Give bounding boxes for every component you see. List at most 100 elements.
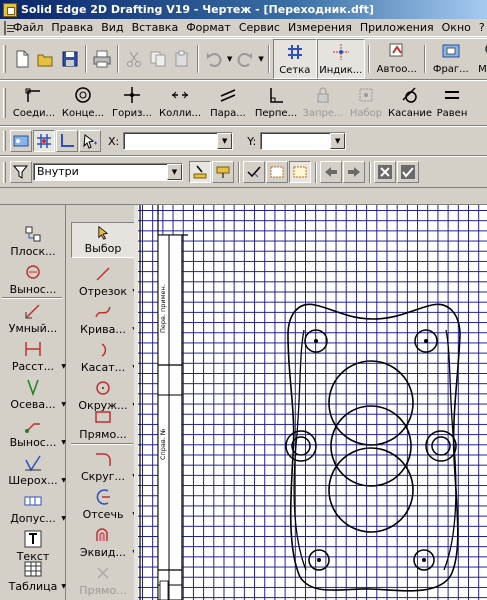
curve-tool[interactable]: Крива...▼ [71,303,137,336]
highlight-icon[interactable] [212,161,234,183]
menu-insert[interactable]: Вставка [128,19,183,37]
copy-icon[interactable] [146,47,170,71]
trim-tool[interactable]: Отсечь▼ [71,488,137,521]
origin-icon[interactable] [56,130,78,152]
chevron-down-icon[interactable]: ▼ [61,580,66,593]
parallel-button[interactable]: Пара... [204,83,252,123]
new-file-icon[interactable] [10,47,34,71]
fillet-label: Скруг... [80,470,126,483]
menu-window[interactable]: Окно [438,19,475,37]
accept-icon[interactable] [397,161,419,183]
grid-snap-icon[interactable] [33,130,55,152]
equal-button[interactable]: Равен [434,83,470,123]
menu-edit[interactable]: Правка [47,19,97,37]
cancel-icon[interactable] [374,161,396,183]
offset-tool[interactable]: Эквид...▼ [71,526,137,559]
text-tool[interactable]: Текст [2,530,64,563]
chevron-down-icon[interactable]: ▼ [61,436,66,449]
chevron-down-icon[interactable]: ▼ [167,164,182,180]
roughness-tool[interactable]: Шерох... ▼ [2,454,66,487]
toolbar-grip[interactable] [3,87,6,119]
fragment-button[interactable]: Фраг... [429,39,473,79]
smart-dimension-tool[interactable]: Умный... [2,302,64,335]
x-coordinate-input[interactable]: ▼ [123,132,234,150]
chevron-down-icon[interactable]: ▼ [330,133,346,149]
line-tool[interactable]: Отрезок▼ [71,265,137,298]
annotation-toolbar: Плоск... Вынос... Умный... Расст... ▼ Осе… [0,205,66,600]
save-icon[interactable] [58,47,82,71]
menu-help[interactable]: ? [475,19,487,37]
chevron-down-icon[interactable]: ▼ [61,512,66,525]
window-overlap-icon[interactable] [289,161,311,183]
paste-icon[interactable] [170,47,194,71]
leader-tool[interactable]: Вынос... ▼ [2,416,66,449]
solid-edge-window: Solid Edge 2D Drafting V19 - Чертеж - [П… [0,0,487,600]
window-select-icon[interactable] [266,161,288,183]
prohibit-button[interactable]: Запре... [300,83,346,123]
menu-applications[interactable]: Приложения [356,19,438,37]
equal-icon [445,91,459,99]
cut-icon[interactable] [122,47,146,71]
rectangle-tool[interactable]: Прямо... [71,408,135,441]
autoscale-button[interactable]: Автоо... [373,39,421,79]
menu-dimensions[interactable]: Измерения [284,19,356,37]
perpendicular-icon [270,88,283,103]
arrow-right-icon[interactable] [343,161,365,183]
fillet-tool[interactable]: Скруг...▼ [71,450,137,483]
undo-dropdown-icon[interactable]: ▼ [227,55,232,63]
chevron-down-icon[interactable]: ▼ [61,360,66,373]
toolbar-grip[interactable] [3,45,6,73]
y-coordinate-input[interactable]: ▼ [260,132,347,150]
menu-file[interactable]: Файл [9,19,47,37]
centerline-icon [27,379,39,396]
undo-icon[interactable] [202,47,226,71]
prohibit-label: Запре... [302,108,344,119]
distance-tool[interactable]: Расст... ▼ [2,340,66,373]
redo-icon[interactable] [233,47,257,71]
perpendicular-button[interactable]: Перпе... [252,83,300,123]
redo-dropdown-icon[interactable]: ▼ [258,55,263,63]
plane-tool[interactable]: Плоск... [2,225,64,258]
draw-toolbar: Выбор Отрезок▼ Крива...▼ Касат...▼ Окруж… [67,205,137,600]
horizontal-button[interactable]: Гориз... [108,83,156,123]
straight-label: Прямо... [79,584,127,597]
table-tool[interactable]: Таблица ▼ [2,560,66,593]
tolerance-tool[interactable]: Допус... ▼ [2,492,66,525]
select-mode-icon[interactable] [189,161,211,183]
set-button[interactable]: Набор [346,83,386,123]
endpoint-button[interactable]: Конце... [58,83,108,123]
centerline-tool[interactable]: Осева... ▼ [2,378,66,411]
select-tool[interactable]: Выбор [71,222,135,258]
drawing-canvas[interactable]: Перв. примен. Справ. № [138,205,487,600]
chevron-down-icon[interactable]: ▼ [61,474,66,487]
menu-format[interactable]: Формат [182,19,235,37]
toolbar-grip[interactable] [3,131,6,151]
menu-view[interactable]: Вид [97,19,127,37]
properties-icon[interactable] [10,130,32,152]
scale-button[interactable]: Масш [473,39,487,79]
chevron-down-icon[interactable]: ▼ [61,398,66,411]
arrow-left-icon[interactable] [320,161,342,183]
tangent-button[interactable]: Касание [386,83,434,123]
filter-icon[interactable] [10,161,32,183]
callout-tool[interactable]: Вынос... [2,263,64,296]
check-select-icon[interactable] [243,161,265,183]
line-label: Отрезок [78,285,128,298]
chevron-down-icon[interactable]: ▼ [217,133,233,149]
drawing-sheet: Перв. примен. Справ. № [139,205,461,600]
menu-tools[interactable]: Сервис [235,19,284,37]
indicator-button[interactable]: Индик... [316,39,365,79]
print-icon[interactable] [90,47,114,71]
tangent-arc-tool[interactable]: Касат...▼ [71,341,137,374]
connect-button[interactable]: Соеди... [10,83,58,123]
document-icon[interactable] [4,20,14,35]
straight-tool[interactable]: Прямо... [71,564,135,597]
grid-button[interactable]: Сетка [272,39,317,79]
selection-filter-select[interactable]: Внутри ▼ [33,163,183,181]
collinear-button[interactable]: Колли... [156,83,204,123]
dock-strip [0,189,487,205]
toolbar-grip[interactable] [3,161,6,183]
perpendicular-label: Перпе... [254,108,298,119]
cursor-snap-icon[interactable] [79,130,101,152]
open-file-icon[interactable] [34,47,58,71]
